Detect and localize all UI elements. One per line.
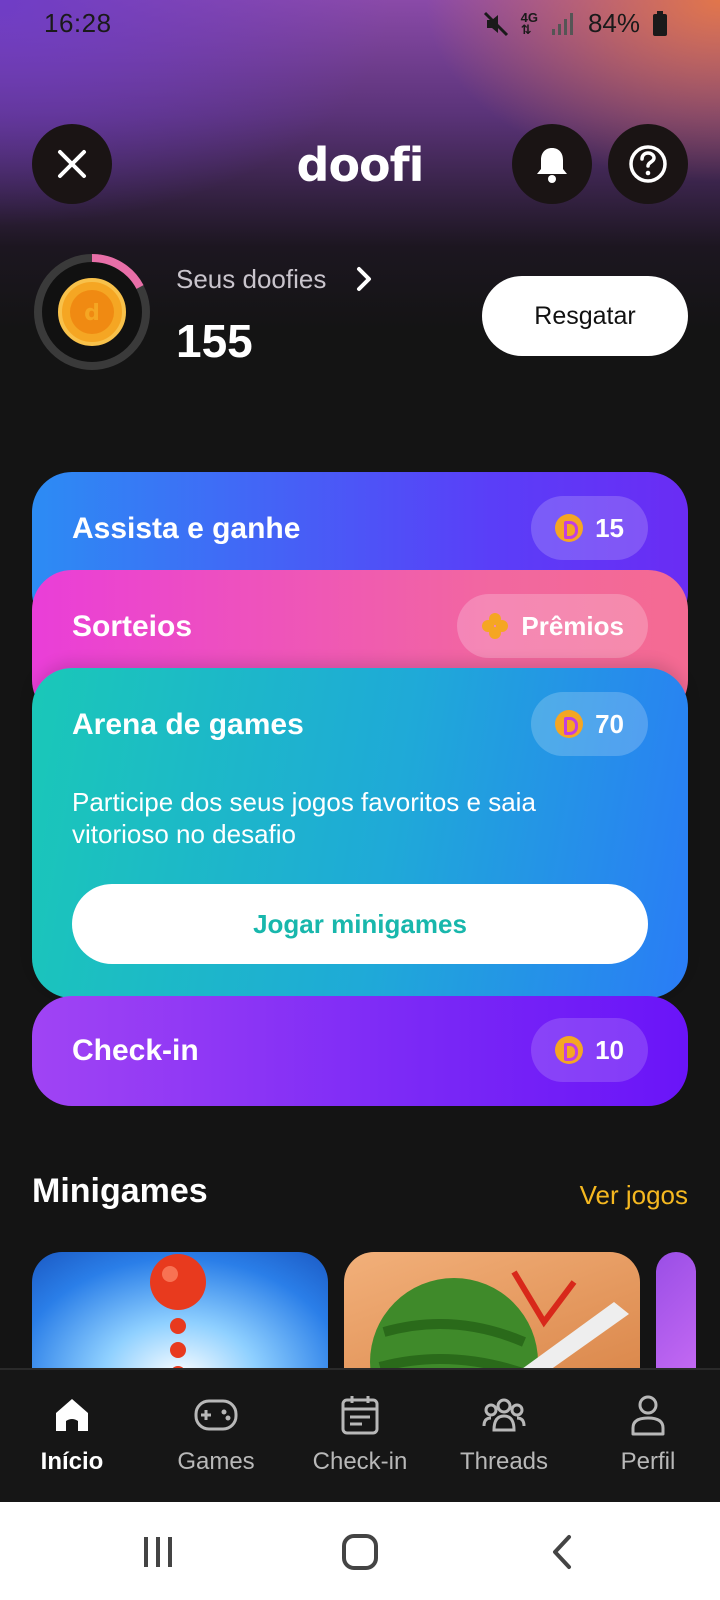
notifications-button[interactable] — [512, 124, 592, 204]
nav-item-threads[interactable]: Threads — [432, 1370, 576, 1504]
recent-apps-icon — [144, 1537, 172, 1567]
close-button[interactable] — [32, 124, 112, 204]
help-icon — [629, 145, 667, 183]
prizes-badge: Prêmios — [457, 594, 648, 658]
calendar-icon — [340, 1392, 380, 1438]
nav-label-threads: Threads — [459, 1448, 549, 1475]
doofies-count: 155 — [176, 315, 253, 367]
redeem-button[interactable]: Resgatar — [482, 276, 688, 356]
home-square-icon — [342, 1534, 378, 1570]
network-icon: 4G ⇅ — [520, 9, 538, 37]
chevron-right-icon[interactable] — [354, 266, 374, 297]
status-icons: 4G ⇅ 84% — [483, 8, 668, 39]
arena-reward-value: 70 — [595, 708, 624, 739]
status-time: 16:28 — [44, 8, 112, 38]
play-minigames-button[interactable]: Jogar minigames — [72, 884, 648, 964]
mute-icon — [483, 11, 509, 37]
battery-percent: 84% — [587, 8, 640, 38]
status-bar: 16:28 4G ⇅ 84% — [0, 0, 720, 50]
coin-icon — [555, 710, 584, 738]
recent-apps-button[interactable] — [128, 1530, 188, 1574]
nav-item-profile[interactable]: Perfil — [576, 1370, 720, 1504]
close-icon — [58, 150, 86, 178]
clover-icon — [482, 613, 509, 639]
watch-card-title: Assista e ganhe — [72, 512, 301, 545]
person-icon — [630, 1392, 666, 1438]
bell-icon — [537, 148, 567, 183]
nav-label-checkin: Check-in — [312, 1448, 408, 1475]
network-label: 4G — [520, 9, 538, 25]
doofies-progress-ring: d — [32, 252, 152, 372]
checkin-card-title: Check-in — [72, 1034, 199, 1067]
doofies-label[interactable]: Seus doofies — [176, 264, 326, 295]
nav-label-profile: Perfil — [620, 1448, 676, 1475]
watch-reward-badge: 15 — [531, 496, 648, 560]
coin-icon — [555, 514, 584, 542]
games-arena-card: Arena de games 70 Participe dos seus jog… — [32, 668, 688, 998]
back-icon — [553, 1535, 571, 1569]
doofi-logo: doofi — [296, 138, 425, 192]
prizes-label: Prêmios — [521, 610, 624, 641]
back-button[interactable] — [532, 1530, 592, 1574]
watch-reward-value: 15 — [595, 512, 624, 543]
nav-item-games[interactable]: Games — [144, 1370, 288, 1504]
arena-reward-badge: 70 — [531, 692, 648, 756]
system-navigation-bar — [0, 1502, 720, 1600]
svg-text:d: d — [84, 301, 100, 326]
help-button[interactable] — [608, 124, 688, 204]
arena-card-title: Arena de games — [72, 708, 304, 741]
arena-description: Participe dos seus jogos favoritos e sai… — [72, 787, 536, 849]
home-system-button[interactable] — [330, 1530, 390, 1574]
nav-item-home[interactable]: Início — [0, 1370, 144, 1504]
raffle-card-title: Sorteios — [72, 610, 193, 643]
gamepad-icon — [193, 1392, 239, 1438]
signal-icon — [550, 11, 576, 37]
battery-icon — [652, 10, 668, 37]
minigames-title: Minigames — [32, 1172, 208, 1210]
nav-item-checkin[interactable]: Check-in — [288, 1370, 432, 1504]
checkin-reward-badge: 10 — [531, 1018, 648, 1082]
coin-icon — [555, 1036, 584, 1064]
see-games-link[interactable]: Ver jogos — [580, 1180, 688, 1211]
nav-label-home: Início — [40, 1448, 104, 1475]
bottom-navigation: Início Games Check-in Threads Perfil — [0, 1368, 720, 1504]
checkin-reward-value: 10 — [595, 1034, 624, 1065]
users-icon — [482, 1392, 526, 1438]
nav-label-games: Games — [177, 1448, 255, 1475]
home-icon — [52, 1392, 92, 1438]
checkin-card[interactable]: Check-in 10 — [32, 996, 688, 1106]
